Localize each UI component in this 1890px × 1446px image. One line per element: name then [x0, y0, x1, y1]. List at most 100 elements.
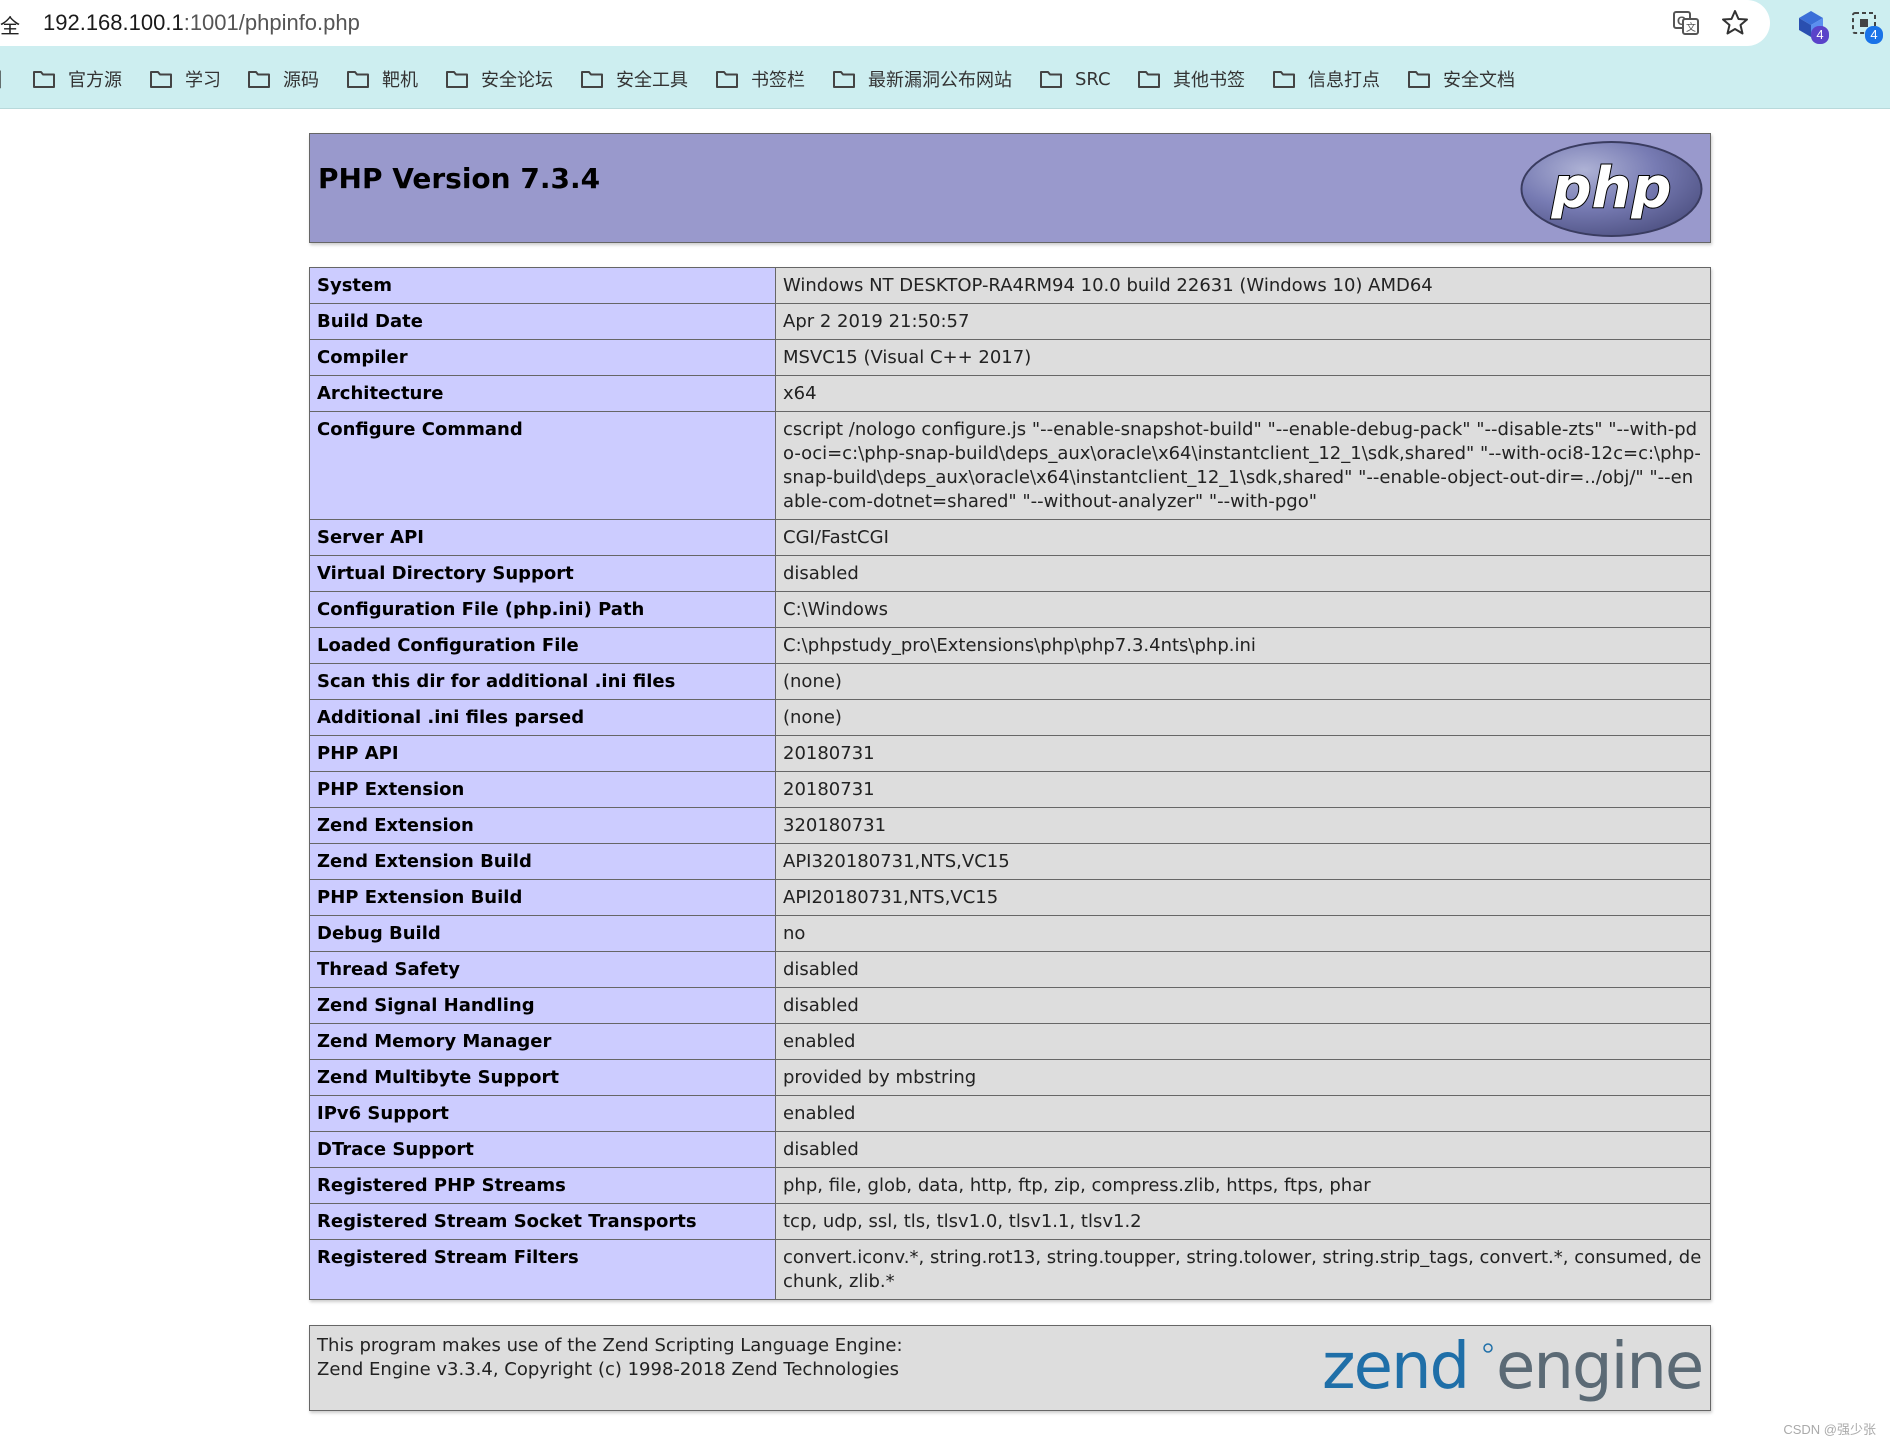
setting-key: PHP Extension Build [309, 879, 776, 916]
setting-value: Windows NT DESKTOP-RA4RM94 10.0 build 22… [775, 267, 1711, 304]
table-row: IPv6 Support enabled [309, 1095, 1711, 1132]
bookmark-folder-7[interactable]: 最新漏洞公布网站 [832, 66, 1012, 92]
zend-credits: This program makes use of the Zend Scrip… [317, 1334, 903, 1382]
phpinfo-page: PHP Version 7.3.4 php System Windows NT D… [309, 133, 1711, 1411]
bookmark-folder-4[interactable]: 安全论坛 [445, 66, 553, 92]
zend-credit-line-2: Zend Engine v3.3.4, Copyright (c) 1998-2… [317, 1359, 900, 1380]
folder-icon [33, 71, 55, 88]
setting-key: Architecture [309, 375, 776, 412]
bookmark-folder-1[interactable]: 学习 [149, 66, 221, 92]
setting-value: cscript /nologo configure.js "--enable-s… [775, 411, 1711, 520]
bookmark-label: 官方源 [68, 70, 122, 91]
zend-engine-logo[interactable]: zend engine [1322, 1332, 1702, 1406]
site-info-label[interactable]: 全 [0, 10, 20, 39]
table-row: Configuration File (php.ini) Path C:\Wind… [309, 591, 1711, 628]
setting-value: provided by mbstring [775, 1059, 1711, 1096]
php-version-header: PHP Version 7.3.4 php [309, 133, 1711, 243]
browser-toolbar: 全 192.168.100.1:1001/phpinfo.php G 文 4 4 [0, 0, 1890, 48]
setting-key: Configure Command [309, 411, 776, 520]
setting-value: 20180731 [775, 735, 1711, 772]
table-row: Configure Command cscript /nologo configu… [309, 411, 1711, 520]
bookmark-label: SRC [1075, 68, 1111, 90]
table-row: DTrace Support disabled [309, 1131, 1711, 1168]
bookmark-folder-9[interactable]: 其他书签 [1137, 66, 1245, 92]
url-host: 192.168.100.1 [43, 10, 184, 35]
table-row: Scan this dir for additional .ini files(… [309, 663, 1711, 700]
folder-icon [833, 71, 855, 88]
bookmarks-bar: ‖ 官方源 学习 源码 靶机 安全论坛 安全工具 书签栏 最新漏洞公布网站 SR… [0, 48, 1890, 109]
table-row: Registered Stream Filters convert.iconv.*… [309, 1239, 1711, 1300]
php-logo[interactable]: php [1519, 140, 1704, 238]
setting-value: (none) [775, 663, 1711, 700]
setting-key: Scan this dir for additional .ini files [309, 663, 776, 700]
bookmark-folder-10[interactable]: 信息打点 [1272, 66, 1380, 92]
bookmark-folder-0[interactable]: 官方源 [32, 66, 122, 92]
bookmark-star-icon[interactable] [1720, 8, 1750, 38]
extension-button-2[interactable]: 4 [1849, 8, 1883, 44]
bookmark-folder-11[interactable]: 安全文档 [1407, 66, 1515, 92]
bookmark-folder-5[interactable]: 安全工具 [580, 66, 688, 92]
setting-value: enabled [775, 1095, 1711, 1132]
folder-icon [248, 71, 270, 88]
url-port-path: :1001/phpinfo.php [183, 10, 360, 35]
svg-text:文: 文 [1686, 21, 1696, 34]
setting-key: Registered Stream Filters [309, 1239, 776, 1300]
setting-key: Server API [309, 519, 776, 556]
engine-logo-word: engine [1496, 1332, 1702, 1404]
registered-mark-icon [1483, 1343, 1493, 1353]
setting-key: Thread Safety [309, 951, 776, 988]
setting-value: Apr 2 2019 21:50:57 [775, 303, 1711, 340]
table-row: Thread Safety disabled [309, 951, 1711, 988]
setting-value: php, file, glob, data, http, ftp, zip, c… [775, 1167, 1711, 1204]
setting-value: (none) [775, 699, 1711, 736]
setting-value: disabled [775, 1131, 1711, 1168]
setting-key: IPv6 Support [309, 1095, 776, 1132]
bookmark-folder-2[interactable]: 源码 [247, 66, 319, 92]
setting-value: C:\Windows [775, 591, 1711, 628]
bookmark-label: 学习 [185, 70, 221, 91]
bookmark-folder-8[interactable]: SRC [1039, 66, 1111, 92]
setting-key: System [309, 267, 776, 304]
folder-icon [347, 71, 369, 88]
table-row: PHP Extension Build API20180731,NTS,VC15 [309, 879, 1711, 916]
table-row: Debug Build no [309, 915, 1711, 952]
bookmark-folder-3[interactable]: 靶机 [346, 66, 418, 92]
setting-key: Zend Multibyte Support [309, 1059, 776, 1096]
extension-button-1[interactable]: 4 [1795, 8, 1829, 44]
bookmark-folder-6[interactable]: 书签栏 [715, 66, 805, 92]
table-row: Zend Multibyte Support provided by mbstri… [309, 1059, 1711, 1096]
folder-icon [150, 71, 172, 88]
setting-value: 20180731 [775, 771, 1711, 808]
setting-key: Loaded Configuration File [309, 627, 776, 664]
bookmark-clipped-edge: ‖ [0, 68, 3, 89]
setting-value: x64 [775, 375, 1711, 412]
setting-value: MSVC15 (Visual C++ 2017) [775, 339, 1711, 376]
setting-value: tcp, udp, ssl, tls, tlsv1.0, tlsv1.1, tl… [775, 1203, 1711, 1240]
setting-key: Additional .ini files parsed [309, 699, 776, 736]
page-title: PHP Version 7.3.4 [318, 162, 601, 195]
address-bar[interactable]: 全 192.168.100.1:1001/phpinfo.php [0, 0, 1770, 46]
url-text[interactable]: 192.168.100.1:1001/phpinfo.php [43, 10, 360, 36]
translate-icon[interactable]: G 文 [1671, 8, 1701, 38]
setting-value: enabled [775, 1023, 1711, 1060]
setting-key: Zend Signal Handling [309, 987, 776, 1024]
bookmark-label: 其他书签 [1173, 70, 1245, 91]
setting-value: C:\phpstudy_pro\Extensions\php\php7.3.4n… [775, 627, 1711, 664]
phpinfo-table: System Windows NT DESKTOP-RA4RM94 10.0 bu… [309, 267, 1711, 1300]
bookmark-label: 安全工具 [616, 70, 688, 91]
setting-key: PHP API [309, 735, 776, 772]
table-row: Zend Signal Handling disabled [309, 987, 1711, 1024]
setting-key: Configuration File (php.ini) Path [309, 591, 776, 628]
bookmark-label: 靶机 [382, 70, 418, 91]
setting-key: Zend Extension [309, 807, 776, 844]
bookmark-label: 最新漏洞公布网站 [868, 70, 1012, 91]
setting-key: Zend Extension Build [309, 843, 776, 880]
setting-key: Registered Stream Socket Transports [309, 1203, 776, 1240]
table-row: Registered Stream Socket Transports tcp, … [309, 1203, 1711, 1240]
setting-key: DTrace Support [309, 1131, 776, 1168]
table-row: Server API CGI/FastCGI [309, 519, 1711, 556]
zend-credit-line-1: This program makes use of the Zend Scrip… [317, 1335, 903, 1356]
setting-value: API320180731,NTS,VC15 [775, 843, 1711, 880]
folder-icon [1138, 71, 1160, 88]
bookmark-label: 安全论坛 [481, 70, 553, 91]
